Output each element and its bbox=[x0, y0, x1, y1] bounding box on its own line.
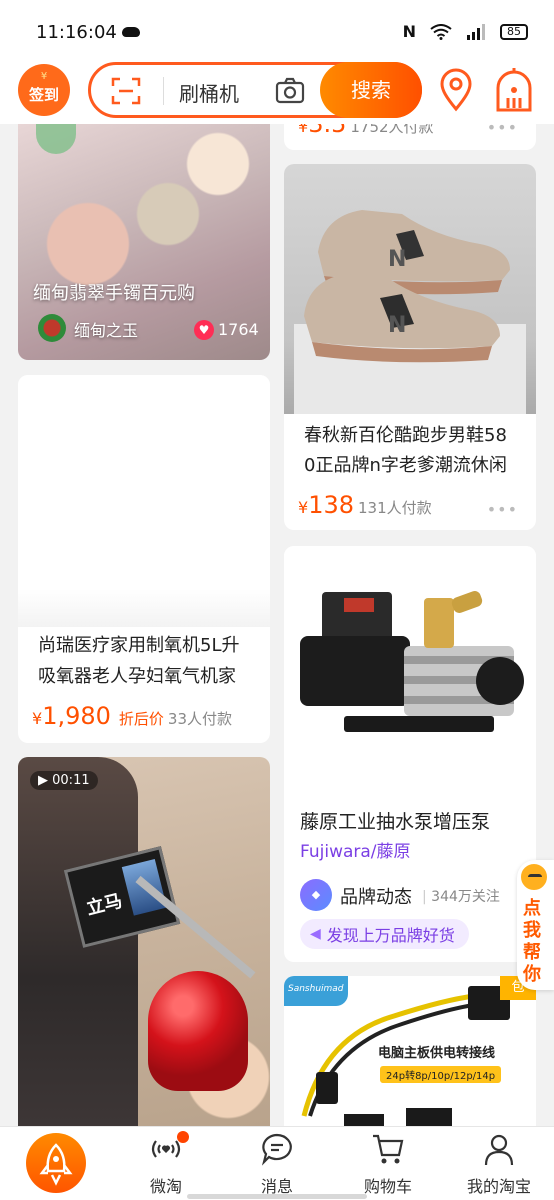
sneakers-paid-count: 131人付款 bbox=[358, 499, 432, 517]
sneakers-price: 138 bbox=[308, 491, 354, 519]
notification-app-icon bbox=[122, 27, 140, 37]
profile-icon bbox=[484, 1134, 514, 1166]
video-duration-badge: ▶ 00:11 bbox=[30, 771, 98, 790]
location-icon[interactable] bbox=[438, 68, 474, 112]
price-symbol: ¥ bbox=[298, 124, 309, 136]
shop-avatar bbox=[38, 314, 66, 342]
jade-title: 缅甸翡翠手镯百元购 bbox=[33, 283, 195, 304]
product-card-pump[interactable]: 藤原工业抽水泵增压泵 Fujiwara/藤原 ◆ 品牌动态 | 344万关注 ◀… bbox=[284, 546, 536, 962]
partial-price: 3.5 bbox=[308, 124, 347, 138]
product-image-oxygen bbox=[18, 375, 270, 627]
status-indicators: N 85 bbox=[403, 22, 528, 41]
pump-illustration bbox=[300, 591, 524, 732]
video-duration: 00:11 bbox=[52, 773, 90, 788]
checkin-button[interactable]: ¥ 签到 bbox=[18, 64, 70, 116]
status-bar: 11:16:04 N 85 bbox=[0, 0, 554, 64]
brand-followers: | 344万关注 bbox=[422, 886, 500, 906]
price-symbol: ¥ bbox=[298, 498, 309, 517]
discount-tag: 折后价 bbox=[118, 710, 164, 728]
partial-price-row: ¥ 3.5 1752人付款 bbox=[298, 124, 434, 138]
scan-icon[interactable] bbox=[111, 77, 141, 105]
product-card-cable[interactable]: Sanshuimad 包 电脑主板供电转接线 24p转8p/10p/12p/14… bbox=[284, 976, 536, 1126]
cable-spec: 24p转8p/10p/12p/14p bbox=[380, 1066, 502, 1083]
signal-icon bbox=[467, 23, 485, 40]
product-image-cable: Sanshuimad 包 电脑主板供电转接线 24p转8p/10p/12p/14… bbox=[284, 976, 536, 1126]
more-options-icon[interactable]: ••• bbox=[487, 124, 518, 137]
nav-weitao[interactable]: 微淘 bbox=[111, 1127, 221, 1200]
brand-news-icon: ◆ bbox=[300, 879, 332, 911]
followers-divider: | bbox=[422, 889, 432, 905]
nav-label-my-taobao: 我的淘宝 bbox=[466, 1177, 531, 1196]
pump-brand[interactable]: Fujiwara/藤原 bbox=[300, 837, 411, 862]
like-count: 1764 bbox=[218, 320, 259, 339]
store-logo-text: Sanshuimad bbox=[288, 984, 344, 994]
discover-brands-button[interactable]: ◀ 发现上万品牌好货 bbox=[300, 919, 469, 949]
rocket-icon bbox=[39, 1143, 73, 1186]
product-card-partial[interactable]: ¥ 3.5 1752人付款 ••• bbox=[284, 124, 536, 150]
message-icon bbox=[261, 1133, 292, 1166]
nav-cart[interactable]: 购物车 bbox=[333, 1127, 443, 1200]
more-options-icon[interactable]: ••• bbox=[487, 500, 518, 519]
help-float-button[interactable]: 点我帮你 bbox=[517, 860, 554, 990]
mascot-eyes bbox=[528, 874, 542, 880]
help-label: 点我帮你 bbox=[523, 898, 541, 985]
like-icon: ♥ bbox=[194, 320, 214, 340]
sneakers-price-row: ¥ 138 131人付款 bbox=[298, 491, 432, 519]
product-image-pump bbox=[284, 546, 536, 796]
product-card-sneakers[interactable]: N N 春秋新百伦酷跑步男鞋58 0正品牌n字老爹潮流休闲 ¥ 138 131人… bbox=[284, 164, 536, 530]
bottom-navigation: 微淘 消息 购物车 我的淘宝 bbox=[0, 1126, 554, 1200]
oxygen-title-line2: 吸氧器老人孕妇氧气机家 bbox=[38, 666, 236, 687]
partial-paid-count: 1752人付款 bbox=[350, 124, 434, 136]
speaker-icon: ◀ bbox=[310, 926, 321, 942]
search-input[interactable]: 刷桶机 bbox=[179, 78, 239, 107]
plate-text: 立马 bbox=[84, 890, 125, 920]
nav-messages[interactable]: 消息 bbox=[222, 1127, 332, 1200]
oxygen-title-line1: 尚瑞医疗家用制氧机5L升 bbox=[38, 635, 240, 656]
svg-text:N: N bbox=[388, 247, 406, 272]
helper-mascot-icon bbox=[519, 862, 549, 892]
pump-title: 藤原工业抽水泵增压泵 bbox=[300, 811, 491, 833]
battery-icon: 85 bbox=[500, 23, 528, 40]
search-bar[interactable]: 刷桶机 搜索 bbox=[88, 62, 422, 118]
nav-my-taobao[interactable]: 我的淘宝 bbox=[444, 1127, 554, 1200]
nfc-icon: N bbox=[402, 22, 416, 41]
status-time: 11:16:04 bbox=[36, 22, 117, 43]
product-card-oxygen[interactable]: 尚瑞医疗家用制氧机5L升 吸氧器老人孕妇氧气机家 ¥ 1,980 折后价 33人… bbox=[18, 375, 270, 743]
camera-icon[interactable] bbox=[275, 77, 305, 105]
home-indicator[interactable] bbox=[187, 1194, 367, 1199]
svg-text:N: N bbox=[388, 313, 406, 338]
cable-banner: 电脑主板供电转接线 bbox=[378, 1046, 496, 1061]
coin-icon: ¥ bbox=[40, 71, 48, 82]
search-divider bbox=[163, 77, 164, 105]
scooter-body bbox=[18, 757, 138, 1126]
weitao-notification-dot bbox=[177, 1131, 189, 1143]
followers-count: 344万关注 bbox=[431, 889, 500, 905]
checkin-label: 签到 bbox=[28, 86, 59, 104]
sneakers-illustration: N N bbox=[294, 210, 526, 414]
oxygen-price: 1,980 bbox=[42, 702, 111, 730]
sneakers-title-line1: 春秋新百伦酷跑步男鞋58 bbox=[304, 425, 507, 446]
search-header: ¥ 签到 刷桶机 搜索 bbox=[0, 56, 554, 124]
sprayer-tank bbox=[148, 971, 248, 1091]
brand-news-label[interactable]: 品牌动态 bbox=[340, 883, 412, 909]
video-card-sprayer[interactable]: 立马 ▶ 00:11 bbox=[18, 757, 270, 1126]
price-symbol: ¥ bbox=[32, 709, 43, 728]
play-icon: ▶ bbox=[38, 773, 53, 788]
category-icon[interactable] bbox=[492, 66, 536, 112]
store-logo: Sanshuimad bbox=[284, 976, 348, 1006]
home-tab[interactable] bbox=[26, 1133, 86, 1193]
product-card-jade[interactable]: 缅甸翡翠手镯百元购 缅甸之玉 ♥ 1764 bbox=[18, 124, 270, 360]
product-image-sneakers: N N bbox=[284, 164, 536, 414]
sneakers-title-line2: 0正品牌n字老爹潮流休闲 bbox=[304, 455, 507, 476]
oxygen-price-row: ¥ 1,980 折后价 33人付款 bbox=[32, 702, 232, 730]
shopping-cart-icon bbox=[373, 1134, 404, 1164]
shop-name: 缅甸之玉 bbox=[74, 321, 139, 340]
wifi-icon bbox=[430, 23, 452, 40]
discover-label: 发现上万品牌好货 bbox=[326, 926, 455, 945]
oxygen-paid-count: 33人付款 bbox=[167, 710, 233, 728]
search-button[interactable]: 搜索 bbox=[320, 62, 422, 118]
